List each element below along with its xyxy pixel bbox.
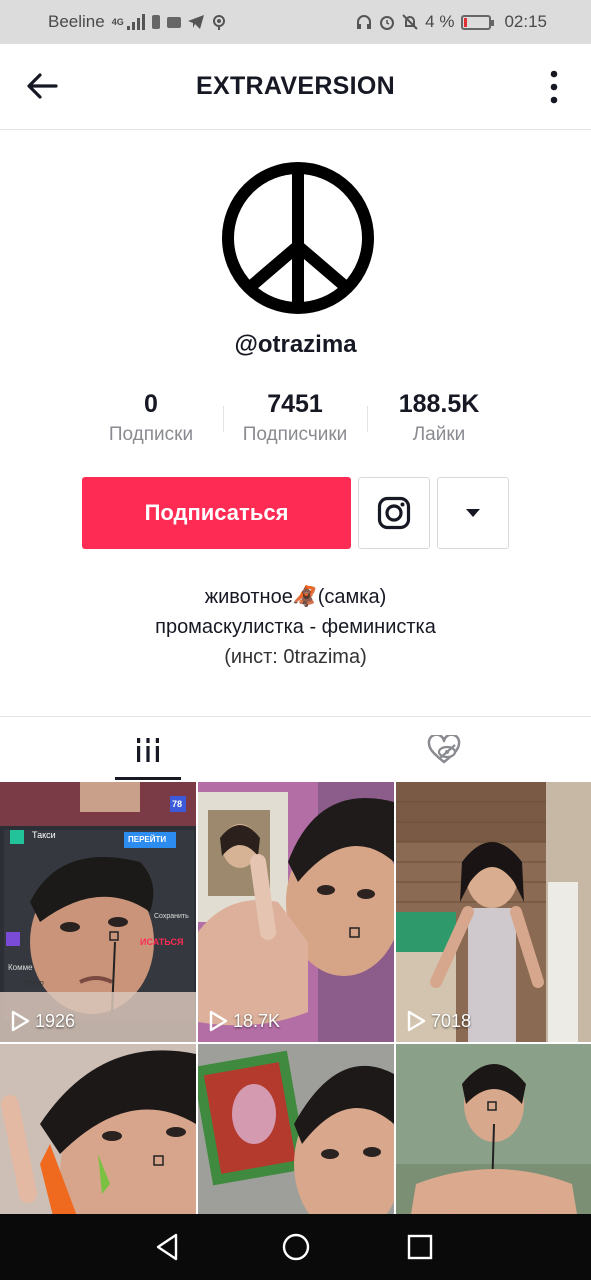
video-thumbnail[interactable] [0,1044,196,1214]
carrier-name: Beeline [48,12,105,31]
thumbnail-overlay-text: ПЕРЕЙТИ [128,835,167,844]
sim-icon [151,15,160,29]
mute-bell-icon [402,14,418,30]
video-grid: ПЕРЕЙТИ Такси Сохранить ИСАТЬСЯ Комме Пр… [0,782,591,1214]
play-icon [407,1010,426,1032]
profile-stats: 0 Подписки 7451 Подписчики 188.5K Лайки [0,388,591,458]
alarm-icon [380,16,395,30]
stat-following[interactable]: 0 Подписки [76,388,226,446]
status-bar-left: Beeline 4G [48,12,227,32]
bio-line-2: промаскулистка - феминистка [155,616,436,638]
view-count-label: 18.7K [233,1010,281,1031]
battery-percent: 4 % [425,12,455,31]
broadcast-icon [212,15,225,30]
following-label: Подписки [108,424,194,445]
thumbnail-overlay-text: Сохранить [154,913,189,920]
clock: 02:15 [504,12,547,31]
grid-icon [136,738,159,762]
caret-down-icon [466,509,480,517]
thumbnail-overlay-text: ИСАТЬСЯ [140,937,184,947]
bio-line-1: животное🦧(самка) [0,582,591,612]
instagram-icon [377,496,411,530]
hidden-likes-icon [427,735,460,764]
stat-followers[interactable]: 7451 Подписчики [220,388,370,446]
play-icon [209,1010,228,1032]
view-count: 1926 [10,1010,75,1032]
username: @otrazima [234,331,357,358]
more-suggestions-button[interactable] [437,477,509,549]
battery-icon [461,14,495,30]
home-icon[interactable] [280,1231,312,1263]
view-count: 7018 [406,1010,471,1032]
tab-liked[interactable] [296,717,591,783]
video-thumbnail-image [0,1044,196,1214]
stat-likes[interactable]: 188.5K Лайки [364,388,514,446]
more-options-icon[interactable] [547,70,561,104]
page-title: EXTRAVERSION [196,72,395,100]
tab-videos[interactable] [0,717,295,783]
likes-label: Лайки [412,424,466,445]
headphones-icon [357,15,372,29]
profile-screen: Beeline 4G 4 % 02:15 EXTRAVERSION @otraz… [0,0,591,1280]
video-thumbnail[interactable] [198,1044,394,1214]
follow-button[interactable]: Подписаться [82,477,351,549]
followers-label: Подписчики [242,424,348,445]
instagram-button[interactable] [358,477,430,549]
video-thumbnail-image [0,782,196,1042]
thumbnail-overlay-text: Комме [8,963,33,972]
bio-text: (самка) [317,586,387,608]
bio-text: животное [204,586,293,608]
video-thumbnail-image [396,1044,591,1214]
following-count: 0 [144,390,158,418]
top-nav-bar: EXTRAVERSION [0,44,591,130]
thumbnail-overlay-text: Такси [32,830,56,840]
view-count-label: 1926 [35,1010,76,1031]
video-thumbnail-image [396,782,591,1042]
video-thumbnail[interactable] [396,1044,591,1214]
thumbnail-overlay-text: 78 [172,799,183,809]
peace-symbol-icon[interactable] [220,160,376,316]
followers-count: 7451 [267,390,323,418]
active-tab-indicator [115,777,181,780]
status-bar: Beeline 4G 4 % 02:15 [0,0,591,44]
video-thumbnail-image [198,1044,394,1214]
network-type: 4G [111,17,124,27]
video-thumbnail-image [198,782,394,1042]
profile-bio: животное🦧(самка) промаскулистка - фемини… [0,582,591,672]
signal-icon [126,14,145,30]
back-arrow-icon[interactable] [24,68,60,104]
video-thumbnail[interactable]: 7018 [396,782,591,1042]
system-navigation-bar [0,1214,591,1280]
video-thumbnail[interactable]: 18.7K [198,782,394,1042]
view-count-label: 7018 [431,1010,472,1031]
video-icon [166,16,181,28]
content-tabs [0,716,591,782]
recents-icon[interactable] [404,1231,436,1263]
play-icon [11,1010,30,1032]
video-thumbnail[interactable]: ПЕРЕЙТИ Такси Сохранить ИСАТЬСЯ Комме Пр… [0,782,196,1042]
likes-count: 188.5K [398,390,480,418]
status-bar-right: 4 % 02:15 [356,12,547,32]
orangutan-emoji-icon: 🦧 [292,586,318,608]
bio-line-3: (инст: 0trazima) [224,646,367,668]
view-count: 18.7K [208,1010,280,1032]
back-icon[interactable] [152,1231,184,1263]
telegram-icon [187,15,204,29]
thumbnail-overlay-text: Прекр [24,980,44,987]
